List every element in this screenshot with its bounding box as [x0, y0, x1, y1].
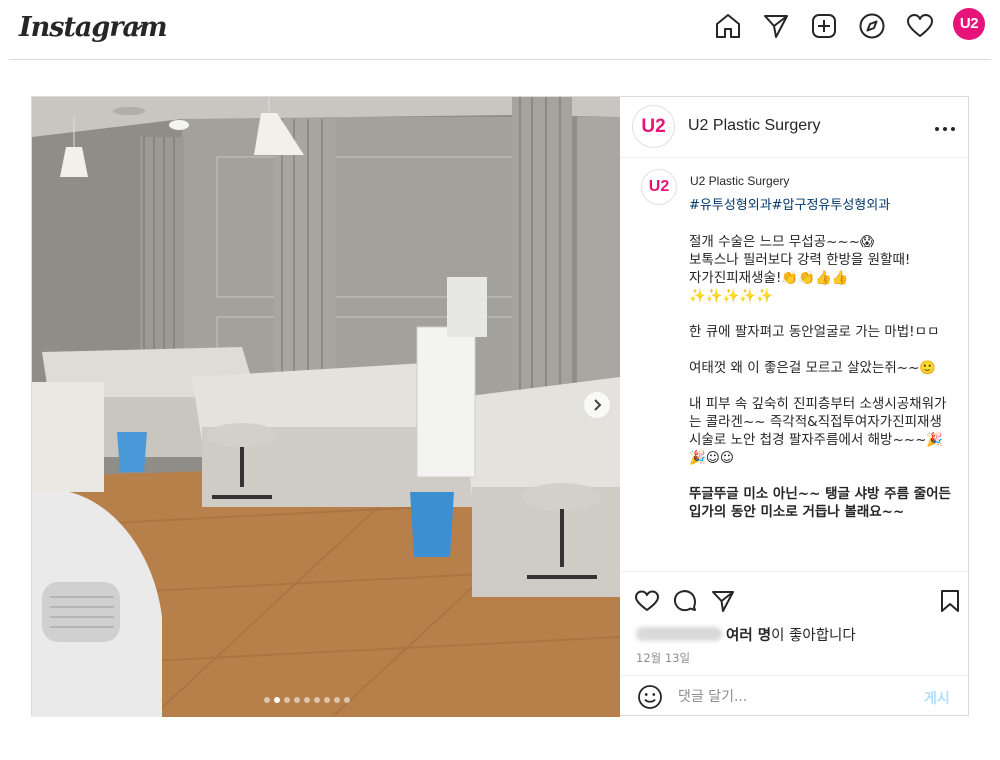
nav-icon-group: U2	[713, 8, 993, 47]
post-media-carousel[interactable]	[32, 97, 620, 717]
bookmark-save-icon[interactable]	[937, 588, 963, 614]
carousel-dot	[264, 697, 270, 703]
caption-hashtags[interactable]: #유투성형외과#압구정유투성형외과	[689, 194, 890, 213]
comment-input[interactable]	[678, 684, 898, 710]
carousel-dot	[304, 697, 310, 703]
post-comment-button[interactable]: 게시	[924, 688, 950, 708]
next-slide-button[interactable]	[584, 392, 610, 418]
caption-text: 절개 수술은 느므 무섭공~~~😱 보톡스나 필러보다 강력 한방을 원할때! …	[689, 233, 951, 539]
liked-by-username-blurred	[636, 627, 722, 641]
carousel-dot	[344, 697, 350, 703]
caption-section[interactable]: U2 U2 Plastic Surgery #유투성형외과#압구정유투성형외과 …	[620, 159, 968, 571]
carousel-indicator	[264, 697, 364, 705]
like-heart-icon[interactable]	[634, 588, 660, 614]
clinic-room-photo	[32, 97, 620, 717]
activity-heart-icon[interactable]	[905, 11, 935, 41]
carousel-dot	[274, 697, 280, 703]
share-send-icon[interactable]	[710, 588, 736, 614]
caption-avatar[interactable]: U2	[641, 169, 677, 205]
post-header: U2 U2 Plastic Surgery	[620, 97, 968, 158]
account-avatar[interactable]: U2	[632, 105, 675, 148]
new-post-icon[interactable]	[809, 11, 839, 41]
carousel-dot	[314, 697, 320, 703]
account-name[interactable]: U2 Plastic Surgery	[688, 117, 821, 135]
carousel-dot	[334, 697, 340, 703]
top-navigation-bar: Instagram U2	[9, 0, 991, 60]
carousel-dot	[284, 697, 290, 703]
caption-paragraph: 한 큐에 팔자펴고 동안얼굴로 가는 마법!ㅁㅁ	[689, 324, 940, 340]
emoji-smiley-icon[interactable]	[637, 684, 663, 710]
instagram-logo[interactable]: Instagram	[19, 12, 168, 43]
post-side-panel: U2 U2 Plastic Surgery U2 U2 Plastic Surg…	[620, 97, 968, 715]
post-date[interactable]: 12월 13일	[636, 650, 690, 666]
likes-summary[interactable]: 여러 명이 좋아합니다	[636, 624, 856, 645]
post-card: U2 U2 Plastic Surgery U2 U2 Plastic Surg…	[31, 96, 969, 717]
caption-paragraph: 여태껏 왜 이 좋은걸 모르고 살았는쥐~~🙂	[689, 360, 937, 376]
more-options-icon[interactable]	[933, 125, 957, 133]
comment-bubble-icon[interactable]	[672, 588, 698, 614]
post-actions: 여러 명이 좋아합니다 12월 13일	[620, 571, 968, 675]
carousel-dot	[294, 697, 300, 703]
caption-paragraph: 뚜글뚜글 미소 아닌~~ 탱글 샤방 주름 줄어든 입가의 동안 미소로 거듭나…	[689, 486, 951, 520]
carousel-dot	[324, 697, 330, 703]
direct-send-icon[interactable]	[761, 11, 791, 41]
explore-compass-icon[interactable]	[857, 11, 887, 41]
comment-bar: 게시	[620, 675, 968, 716]
chevron-down-icon[interactable]	[132, 22, 144, 32]
home-icon[interactable]	[713, 11, 743, 41]
caption-paragraph: 내 피부 속 깊숙히 진피층부터 소생시공채워가는 콜라겐~~ 즉각적&직접투여…	[689, 396, 947, 466]
caption-username[interactable]: U2 Plastic Surgery	[690, 174, 789, 188]
caption-paragraph: 절개 수술은 느므 무섭공~~~😱 보톡스나 필러보다 강력 한방을 원할때! …	[689, 234, 911, 304]
likes-count-text: 여러 명	[726, 628, 772, 644]
likes-suffix-text: 이 좋아합니다	[771, 628, 856, 644]
profile-avatar[interactable]: U2	[953, 8, 985, 40]
